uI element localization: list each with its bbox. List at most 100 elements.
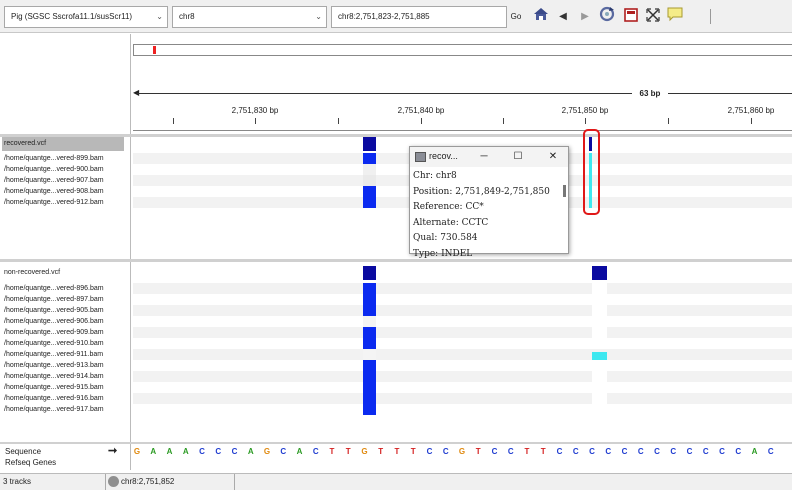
ruler-tick bbox=[338, 118, 339, 124]
non-recovered-data-panel[interactable] bbox=[133, 262, 792, 442]
region-of-interest-icon[interactable] bbox=[620, 6, 642, 28]
track-name-sample[interactable]: /home/quantge...vered-913.bam bbox=[2, 360, 124, 371]
track-name-sample[interactable]: /home/quantge...vered-899.bam bbox=[2, 153, 124, 164]
popup-chr: Chr: chr8 bbox=[413, 171, 457, 181]
sequence-base: T bbox=[540, 447, 546, 456]
genotype-cell[interactable] bbox=[363, 294, 376, 305]
resize-icon[interactable] bbox=[642, 6, 664, 28]
recovered-names-panel: recovered.vcf /home/quantge...vered-899.… bbox=[0, 137, 131, 259]
header-name-panel bbox=[0, 34, 131, 134]
genotype-cell[interactable] bbox=[363, 316, 376, 327]
genome-dropdown[interactable]: Pig (SGSC Sscrofa11.1/susScr11) ⌄ bbox=[4, 6, 168, 28]
genotype-cell[interactable] bbox=[363, 164, 376, 175]
indel-genotype-cell[interactable] bbox=[592, 327, 607, 338]
close-icon[interactable]: ✕ bbox=[544, 149, 562, 165]
popup-position: Position: 2,751,849-2,751,850 bbox=[413, 186, 550, 197]
locus-input[interactable]: chr8:2,751,823-2,751,885 bbox=[331, 6, 507, 28]
sequence-base: C bbox=[556, 447, 563, 456]
genotype-cell[interactable] bbox=[363, 305, 376, 316]
minimize-icon[interactable]: ─ bbox=[475, 149, 493, 165]
forward-arrow-icon[interactable]: ▶ bbox=[574, 6, 596, 28]
track-name-sample[interactable]: /home/quantge...vered-910.bam bbox=[2, 338, 124, 349]
track-name-sample[interactable]: /home/quantge...vered-900.bam bbox=[2, 164, 124, 175]
go-button[interactable]: Go bbox=[509, 8, 523, 26]
track-name-sample[interactable]: /home/quantge...vered-907.bam bbox=[2, 175, 124, 186]
genotype-row bbox=[133, 371, 792, 382]
locus-value: chr8:2,751,823-2,751,885 bbox=[338, 12, 430, 21]
maximize-icon[interactable]: ☐ bbox=[509, 149, 527, 165]
refresh-icon[interactable] bbox=[596, 6, 618, 28]
genotype-cell[interactable] bbox=[363, 175, 376, 186]
variant-popup-window[interactable]: recov... ─ ☐ ✕ Chr: chr8 Position: 2,751… bbox=[409, 146, 569, 259]
ruler-tick bbox=[503, 118, 504, 124]
track-name-sample[interactable]: /home/quantge...vered-905.bam bbox=[2, 305, 124, 316]
genotype-cell[interactable] bbox=[363, 349, 376, 360]
genotype-cell[interactable] bbox=[363, 338, 376, 349]
track-name-sample[interactable]: /home/quantge...vered-911.bam bbox=[2, 349, 124, 360]
status-divider bbox=[105, 474, 106, 490]
home-icon[interactable] bbox=[530, 6, 552, 28]
genotype-cell[interactable] bbox=[363, 283, 376, 294]
sequence-base: C bbox=[442, 447, 449, 456]
popup-reference: Reference: CC* bbox=[413, 202, 484, 212]
track-name-sample[interactable]: /home/quantge...vered-914.bam bbox=[2, 371, 124, 382]
indel-genotype-cell[interactable] bbox=[592, 352, 607, 360]
sequence-base: C bbox=[507, 447, 514, 456]
track-name-sample[interactable]: /home/quantge...vered-906.bam bbox=[2, 316, 124, 327]
track-name-recovered-vcf[interactable]: recovered.vcf bbox=[2, 137, 124, 151]
track-name-sample[interactable]: /home/quantge...vered-912.bam bbox=[2, 197, 124, 208]
chromosome-dropdown[interactable]: chr8 ⌄ bbox=[172, 6, 327, 28]
track-name-sample[interactable]: /home/quantge...vered-916.bam bbox=[2, 393, 124, 404]
popup-type: Type: INDEL bbox=[413, 248, 473, 259]
sequence-base: T bbox=[345, 447, 351, 456]
genotype-cell[interactable] bbox=[363, 393, 376, 404]
indel-genotype-cell[interactable] bbox=[592, 283, 607, 294]
popup-qual: Qual: 730.584 bbox=[413, 233, 478, 243]
genotype-cell[interactable] bbox=[363, 404, 376, 415]
cursor-locus: chr8:2,751,852 bbox=[121, 477, 175, 486]
indel-genotype-cell[interactable] bbox=[592, 305, 607, 316]
track-name-sample[interactable]: /home/quantge...vered-908.bam bbox=[2, 186, 124, 197]
ruler-tick bbox=[255, 118, 256, 124]
popup-scrollbar[interactable] bbox=[563, 185, 566, 197]
sequence-track-label[interactable]: Sequence bbox=[5, 447, 41, 456]
ruler-tick bbox=[173, 118, 174, 124]
genotype-cell[interactable] bbox=[363, 327, 376, 338]
genotype-cell[interactable] bbox=[363, 153, 376, 164]
popup-body: Chr: chr8 Position: 2,751,849-2,751,850 … bbox=[413, 169, 550, 262]
indel-genotype-cell[interactable] bbox=[592, 393, 607, 404]
sequence-base: A bbox=[166, 447, 173, 456]
track-count: 3 tracks bbox=[3, 477, 32, 486]
track-name-sample[interactable]: /home/quantge...vered-897.bam bbox=[2, 294, 124, 305]
popup-text-icon[interactable] bbox=[664, 6, 686, 28]
sequence-base: G bbox=[458, 447, 466, 456]
track-name-sample[interactable]: /home/quantge...vered-896.bam bbox=[2, 283, 124, 294]
sequence-data-panel[interactable]: GAAACCCAGCACTTGTTTCCGTCCTTCCCCCCCCCCCCAC bbox=[133, 444, 792, 470]
genotype-cell[interactable] bbox=[363, 360, 376, 371]
track-name-sample[interactable]: /home/quantge...vered-917.bam bbox=[2, 404, 124, 415]
ruler-baseline bbox=[133, 130, 792, 131]
refseq-genes-track-label[interactable]: Refseq Genes bbox=[5, 458, 56, 467]
genotype-row bbox=[133, 349, 792, 360]
variant-site-marker[interactable] bbox=[363, 137, 376, 151]
track-name-non-recovered-vcf[interactable]: non-recovered.vcf bbox=[2, 266, 124, 280]
indel-site-marker[interactable] bbox=[592, 266, 607, 280]
sequence-base: C bbox=[231, 447, 238, 456]
genotype-cell[interactable] bbox=[363, 382, 376, 393]
track-name-sample[interactable]: /home/quantge...vered-909.bam bbox=[2, 327, 124, 338]
strand-arrow-icon[interactable]: ➞ bbox=[108, 444, 117, 457]
genotype-row bbox=[133, 283, 792, 294]
chromosome-ideogram[interactable] bbox=[133, 44, 792, 56]
sequence-base: C bbox=[621, 447, 628, 456]
sequence-base: T bbox=[329, 447, 335, 456]
sequence-base: C bbox=[589, 447, 595, 456]
genotype-cell[interactable] bbox=[363, 197, 376, 208]
back-arrow-icon[interactable]: ◀ bbox=[552, 6, 574, 28]
sequence-base: C bbox=[670, 447, 677, 456]
variant-site-marker[interactable] bbox=[363, 266, 376, 280]
popup-titlebar[interactable]: recov... ─ ☐ ✕ bbox=[410, 147, 568, 167]
genotype-cell[interactable] bbox=[363, 371, 376, 382]
track-name-sample[interactable]: /home/quantge...vered-915.bam bbox=[2, 382, 124, 393]
indel-genotype-cell[interactable] bbox=[592, 371, 607, 382]
genotype-cell[interactable] bbox=[363, 186, 376, 197]
